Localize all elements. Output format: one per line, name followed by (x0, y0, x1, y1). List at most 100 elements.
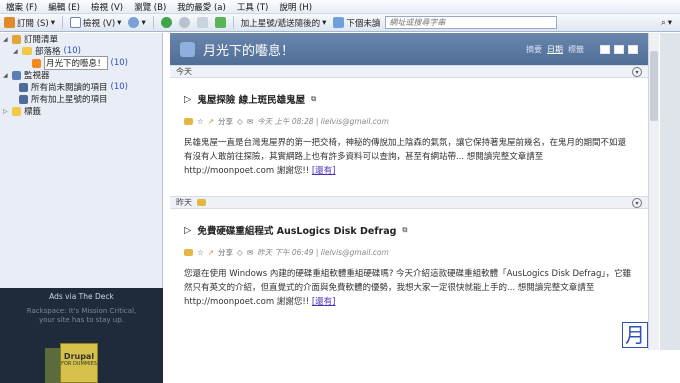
email-item-icon[interactable]: ✉ (247, 248, 253, 257)
tree-all-unread[interactable]: 所有尚未閱讀的項目 (10) (0, 81, 162, 93)
tree-tags[interactable]: ▷ 標籤 (0, 105, 162, 117)
article-title-row: ▷ 鬼屋探險 線上斑民雄鬼屋 ⧉ (184, 92, 634, 107)
menu-tools[interactable]: 工具 (T) (237, 1, 269, 13)
article-item: ▷ 免費硬碟重組程式 AusLogics Disk Defrag ⧉ ☆ ↗ 分… (170, 223, 648, 309)
menu-edit[interactable]: 編輯 (E) (48, 1, 80, 13)
feed-title: 月光下的囈息！ (203, 43, 295, 59)
tab-date[interactable]: 日期 (547, 44, 563, 55)
collapse-group-icon[interactable]: ▾ (632, 197, 642, 208)
read-more-link[interactable]: [還有] (312, 166, 336, 176)
open-in-tab-icon[interactable]: ⧉ (402, 226, 407, 235)
subscribe-button[interactable]: 訂閱 (S) ▾ (2, 15, 57, 30)
tree-subscriptions[interactable]: ◢ 訂閱清單 (0, 33, 162, 45)
article-title-row: ▷ 免費硬碟重組程式 AusLogics Disk Defrag ⧉ (184, 223, 634, 238)
layout-compact-icon[interactable] (628, 44, 638, 54)
share-label[interactable]: 分享 (218, 247, 233, 258)
group-label: 昨天 (176, 198, 192, 207)
next-unread-button[interactable]: 下個未讀 (331, 15, 382, 30)
chevron-down-icon: ▾ (117, 17, 122, 28)
chevron-down-icon: ▾ (322, 17, 327, 28)
search-input[interactable] (385, 16, 558, 29)
menu-favorites[interactable]: 我的最愛 (a) (177, 1, 226, 13)
stop-button[interactable] (195, 15, 210, 30)
collapse-group-icon[interactable]: ▾ (632, 66, 642, 77)
back-button[interactable] (159, 15, 174, 30)
menu-browse[interactable]: 瀏覽 (B) (134, 1, 166, 13)
article-meta: ☆ ↗ 分享 ◇ ✉ 今天 上午 08:28 | lielvis@gmail.c… (184, 116, 634, 127)
star-icon[interactable]: ☆ (197, 117, 204, 126)
home-button[interactable] (213, 15, 228, 30)
share-icon[interactable]: ↗ (208, 248, 214, 257)
expand-icon: ▷ (3, 107, 8, 115)
next-unread-label: 下個未讀 (346, 18, 381, 29)
ad-title: Ads via The Deck (49, 292, 114, 301)
share-icon[interactable]: ↗ (208, 117, 214, 126)
envelope-icon (197, 199, 206, 206)
tree-label: 月光下的囈息！ (44, 56, 108, 70)
share-label[interactable]: 分享 (218, 116, 233, 127)
tab-summary[interactable]: 摘要 (526, 44, 542, 55)
envelope-icon[interactable] (184, 118, 193, 125)
tree-monitor[interactable]: ◢ 監視器 (0, 69, 162, 81)
stop-icon (196, 17, 208, 28)
view-tabs: 摘要 日期 標籤 (526, 44, 584, 55)
layout-list-icon[interactable] (614, 44, 624, 54)
article-body: 民雄鬼屋一直是台灣鬼屋界的第一把交椅，神秘的傳說加上陰森的氣氛，讓它保持著鬼屋前… (184, 136, 634, 178)
tags-icon (12, 106, 21, 116)
envelope-icon[interactable] (184, 249, 193, 256)
scrollbar-thumb[interactable] (650, 51, 658, 121)
rss-feed-icon (32, 58, 41, 68)
tree-feed-moonpoet[interactable]: 月光下的囈息！ (10) (0, 56, 162, 70)
search-icon: ⌕ (660, 17, 666, 28)
unread-count: (10) (110, 58, 128, 68)
menu-help[interactable]: 說明 (H) (279, 1, 312, 13)
next-unread-icon (333, 17, 345, 28)
expand-icon[interactable]: ▷ (184, 94, 191, 105)
menu-view[interactable]: 檢視 (V) (91, 1, 123, 13)
tag-icon[interactable]: ◇ (237, 248, 243, 257)
article-title[interactable]: 免費硬碟重組程式 AusLogics Disk Defrag (197, 223, 396, 237)
refresh-button[interactable]: ▾ (126, 15, 147, 30)
article-summary: 您還在使用 Windows 內建的硬碟重組軟體重組硬碟嗎? 今天介紹這款硬碟重組… (184, 269, 632, 307)
vertical-scrollbar[interactable] (648, 33, 659, 350)
tag-icon[interactable]: ◇ (237, 117, 243, 126)
watermark-logo: 月 (622, 322, 648, 348)
refresh-icon (128, 17, 140, 28)
starred-items-icon (19, 94, 28, 104)
tree-label: 標籤 (24, 107, 42, 117)
tree-label: 所有加上星號的項目 (31, 95, 108, 105)
forward-button[interactable] (177, 15, 192, 30)
view-button[interactable]: 檢視 (V) ▾ (68, 15, 123, 30)
toolbar-divider (232, 16, 234, 29)
feed-header: 月光下的囈息！ 摘要 日期 標籤 (170, 33, 648, 65)
collapse-icon: ◢ (3, 71, 8, 79)
mark-flag-button[interactable]: 加上星號/遞送隨後的 ▾ (239, 15, 329, 30)
view-label: 檢視 (V) (83, 18, 116, 29)
ad-book-title: Drupal (63, 352, 95, 361)
group-label: 今天 (176, 67, 192, 76)
group-yesterday: 昨天 ▾ (170, 196, 648, 209)
open-in-tab-icon[interactable]: ⧉ (311, 95, 316, 104)
chevron-down-icon: ▾ (141, 17, 146, 28)
read-more-link[interactable]: [還有] (312, 297, 336, 307)
tree-all-starred[interactable]: 所有加上星號的項目 (0, 93, 162, 105)
expand-icon[interactable]: ▷ (184, 225, 191, 236)
email-item-icon[interactable]: ✉ (247, 117, 253, 126)
side-panel-edge (660, 33, 680, 350)
collapse-icon: ◢ (13, 47, 18, 55)
menu-file[interactable]: 檔案 (F) (6, 1, 37, 13)
sidebar: ◢ 訂閱清單 ◢ 部落格 (10) 月光下的囈息！ (10) ◢ 監視器 所有尚… (0, 33, 163, 383)
search-button[interactable]: ⌕ ▾ (659, 15, 674, 30)
ad-banner[interactable]: Ads via The Deck Rackspace: It's Mission… (0, 288, 163, 383)
layout-full-icon[interactable] (600, 44, 610, 54)
home-icon (214, 17, 226, 28)
article-title[interactable]: 鬼屋探險 線上斑民雄鬼屋 (197, 92, 305, 106)
star-icon[interactable]: ☆ (197, 248, 204, 257)
tab-tags[interactable]: 標籤 (568, 44, 584, 55)
unread-count: (10) (63, 46, 81, 56)
toolbar: 訂閱 (S) ▾ 檢視 (V) ▾ ▾ 加上星號/遞送隨後的 ▾ 下個未讀 ⌕ … (0, 14, 680, 32)
toolbar-divider (152, 16, 154, 29)
unread-items-icon (19, 82, 28, 92)
collapse-icon: ◢ (3, 35, 8, 43)
